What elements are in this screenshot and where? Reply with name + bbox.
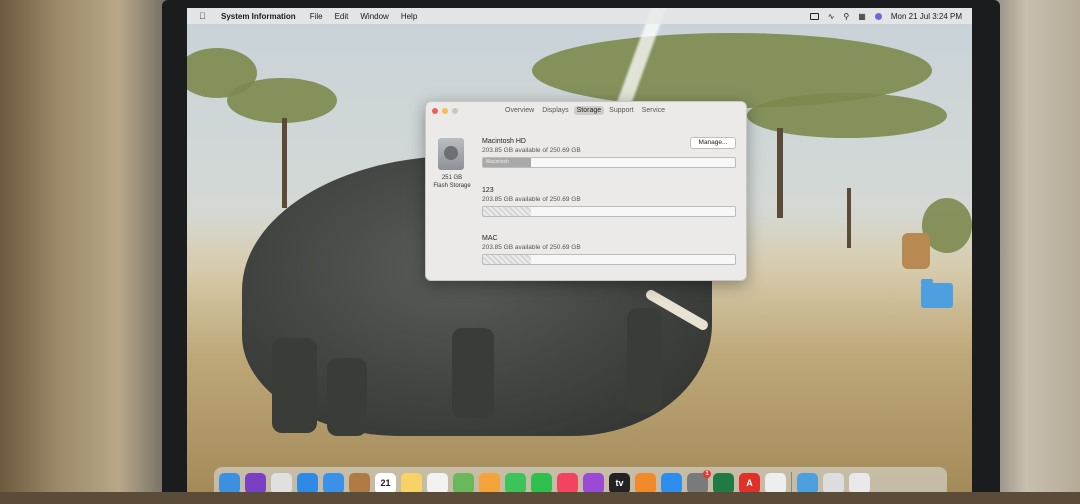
storage-bar-label: Macintosh xyxy=(486,159,509,165)
menu-clock[interactable]: Mon 21 Jul 3:24 PM xyxy=(891,12,962,21)
control-center-icon[interactable]: ▦ xyxy=(858,12,866,21)
elephant-leg xyxy=(327,358,367,436)
background-table xyxy=(0,492,1080,504)
siri-status-icon[interactable] xyxy=(874,12,882,20)
screenshot-icon[interactable] xyxy=(823,472,844,494)
menu-app-name[interactable]: System Information xyxy=(221,12,296,21)
tab-overview[interactable]: Overview xyxy=(502,106,537,115)
apple-menu-icon[interactable]:  xyxy=(199,11,209,21)
trash-icon[interactable] xyxy=(849,472,870,494)
volume-availability: 203.85 GB available of 250.69 GB xyxy=(482,196,581,203)
notification-badge: 1 xyxy=(703,469,711,478)
close-button[interactable] xyxy=(432,108,438,114)
dock-separator xyxy=(791,472,792,494)
zoom-button[interactable] xyxy=(452,108,458,114)
books-icon[interactable] xyxy=(635,472,656,494)
drive-size: 251 GB xyxy=(441,175,463,181)
storage-bar-used xyxy=(483,207,531,216)
storage-bar-used xyxy=(483,255,531,264)
hard-drive-icon xyxy=(438,138,464,170)
volume-name: 123 xyxy=(482,187,494,194)
tree-trunk xyxy=(847,188,851,248)
storage-bar xyxy=(482,206,736,217)
drive-info: 251 GB Flash Storage xyxy=(432,174,472,190)
desktop-folder-icon[interactable] xyxy=(921,279,953,308)
acrobat-icon[interactable]: A xyxy=(739,472,760,494)
safari-icon[interactable] xyxy=(297,472,318,494)
desktop:  System Information File Edit Window He… xyxy=(187,8,972,504)
acrobat-icon-label: A xyxy=(746,478,753,488)
window-tabs: Overview Displays Storage Support Servic… xyxy=(502,106,668,115)
volume-name: Macintosh HD xyxy=(482,138,526,145)
tab-storage[interactable]: Storage xyxy=(573,106,605,115)
storage-bar: Macintosh xyxy=(482,157,736,168)
folder-icon[interactable] xyxy=(797,472,818,494)
tab-displays[interactable]: Displays xyxy=(539,106,571,115)
minimize-button[interactable] xyxy=(442,108,448,114)
notes-icon[interactable] xyxy=(401,472,422,494)
system-information-window: Overview Displays Storage Support Servic… xyxy=(425,101,747,281)
messages-icon[interactable] xyxy=(505,472,526,494)
tab-service[interactable]: Service xyxy=(639,106,668,115)
tree-trunk xyxy=(282,118,287,208)
system-preferences-icon[interactable]: 1 xyxy=(687,469,711,494)
podcasts-icon[interactable] xyxy=(583,472,604,494)
reminders-icon[interactable] xyxy=(427,472,448,494)
finder-icon[interactable] xyxy=(219,472,240,494)
elephant-leg xyxy=(272,338,317,433)
background-wall xyxy=(0,0,170,504)
volume-123: 123 203.85 GB available of 250.69 GB xyxy=(482,187,736,217)
calendar-icon-label: 21 xyxy=(380,478,391,488)
window-controls xyxy=(432,108,458,114)
calendar-icon[interactable]: 21 xyxy=(375,472,396,494)
wifi-icon[interactable]: ∿ xyxy=(828,12,835,21)
volume-macintosh-hd: Macintosh HD 203.85 GB available of 250.… xyxy=(482,138,736,168)
tree-trunk xyxy=(777,128,783,218)
display-icon[interactable] xyxy=(809,12,819,20)
storage-bar xyxy=(482,254,736,265)
elephant-trunk xyxy=(627,308,661,413)
search-icon[interactable]: ⚲ xyxy=(843,12,849,21)
menu-help[interactable]: Help xyxy=(401,12,417,21)
contacts-icon[interactable] xyxy=(349,472,370,494)
photos-icon[interactable] xyxy=(479,472,500,494)
volume-availability: 203.85 GB available of 250.69 GB xyxy=(482,147,581,154)
appletv-icon[interactable]: tv xyxy=(609,472,630,494)
facetime-icon[interactable] xyxy=(531,472,552,494)
status-area: ∿ ⚲ ▦ Mon 21 Jul 3:24 PM xyxy=(809,12,962,21)
appstore-icon[interactable] xyxy=(661,472,682,494)
preview-icon[interactable] xyxy=(765,472,786,494)
volume-mac: MAC 203.85 GB available of 250.69 GB xyxy=(482,235,736,265)
background-wall xyxy=(990,0,1080,504)
volume-availability: 203.85 GB available of 250.69 GB xyxy=(482,244,581,251)
launchpad-icon[interactable] xyxy=(271,472,292,494)
tree-canopy xyxy=(227,78,337,123)
menu-file[interactable]: File xyxy=(310,12,323,21)
volume-name: MAC xyxy=(482,235,498,242)
giraffe xyxy=(902,233,930,269)
drive-type: Flash Storage xyxy=(433,183,471,189)
appletv-icon-label: tv xyxy=(615,478,624,488)
music-icon[interactable] xyxy=(557,472,578,494)
menu-edit[interactable]: Edit xyxy=(335,12,349,21)
menu-bar:  System Information File Edit Window He… xyxy=(187,8,972,24)
menu-window[interactable]: Window xyxy=(360,12,388,21)
mail-icon[interactable] xyxy=(323,472,344,494)
siri-icon[interactable] xyxy=(245,472,266,494)
elephant-leg xyxy=(452,328,494,418)
excel-icon[interactable] xyxy=(713,472,734,494)
tab-support[interactable]: Support xyxy=(606,106,637,115)
maps-icon[interactable] xyxy=(453,472,474,494)
